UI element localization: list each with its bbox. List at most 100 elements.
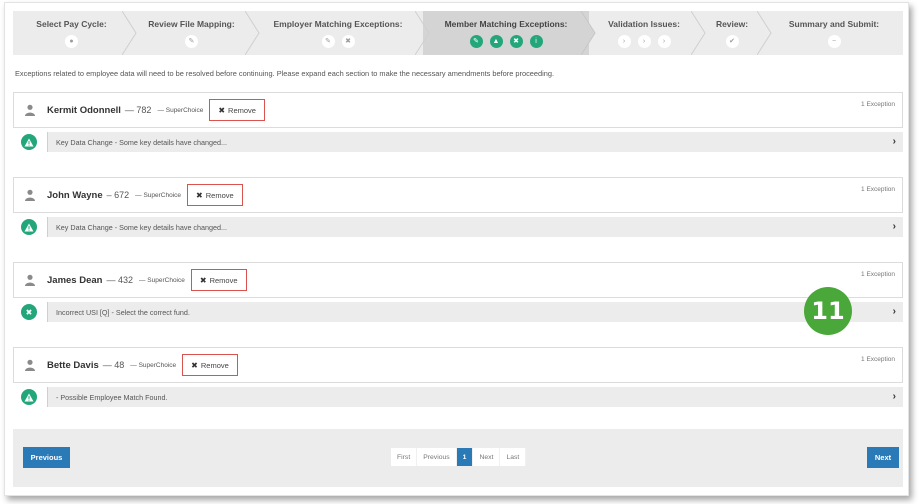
previous-button[interactable]: Previous bbox=[23, 447, 70, 468]
pencil-icon: ✎ bbox=[185, 35, 198, 48]
step-label: Member Matching Exceptions: bbox=[444, 19, 568, 29]
member-number: — 48 bbox=[102, 360, 125, 370]
member-number: — 782 bbox=[124, 105, 152, 115]
page-frame: Select Pay Cycle: ● Review File Mapping:… bbox=[4, 2, 909, 496]
person-icon bbox=[25, 104, 35, 116]
x-icon: ✖ bbox=[509, 35, 523, 48]
step-select-pay-cycle[interactable]: Select Pay Cycle: ● bbox=[13, 11, 137, 55]
person-icon bbox=[25, 359, 35, 371]
chevron-icon: › bbox=[617, 35, 631, 48]
member-name: James Dean bbox=[47, 274, 103, 286]
chevron-right-icon[interactable]: › bbox=[893, 221, 896, 232]
circle-icon: ● bbox=[65, 35, 78, 48]
close-icon: ✖ bbox=[196, 190, 203, 200]
chevron-right-icon[interactable]: › bbox=[893, 136, 896, 147]
member-fund: — SuperChoice bbox=[157, 106, 204, 114]
exception-detail-bar[interactable]: Incorrect USI [Q] - Select the correct f… bbox=[47, 302, 903, 322]
remove-label: Remove bbox=[209, 275, 238, 285]
warning-icon bbox=[21, 219, 37, 235]
member-name: Bette Davis bbox=[47, 359, 99, 371]
step-summary-and-submit[interactable]: Summary and Submit: − bbox=[765, 11, 903, 55]
x-icon: ✖ bbox=[341, 35, 355, 48]
step-label: Employer Matching Exceptions: bbox=[273, 19, 403, 29]
member-header[interactable]: James Dean — 432 — SuperChoice ✖ Remove 1… bbox=[13, 262, 903, 298]
exception-detail-bar[interactable]: - Possible Employee Match Found. › bbox=[47, 387, 903, 407]
close-icon: ✖ bbox=[199, 275, 207, 285]
remove-label: Remove bbox=[205, 190, 234, 200]
exception-detail-bar[interactable]: Key Data Change - Some key details have … bbox=[47, 132, 903, 152]
step-validation-issues[interactable]: Validation Issues: › › › bbox=[589, 11, 706, 55]
step-employer-matching-exceptions[interactable]: Employer Matching Exceptions: ✎ ✖ bbox=[253, 11, 430, 55]
page-previous[interactable]: Previous bbox=[417, 448, 457, 466]
step-divider bbox=[581, 11, 596, 55]
remove-button[interactable]: ✖ Remove bbox=[187, 184, 243, 206]
step-divider bbox=[691, 11, 706, 55]
exception-row[interactable]: Key Data Change - Some key details have … bbox=[13, 128, 903, 156]
remove-button[interactable]: ✖ Remove bbox=[182, 354, 238, 376]
exception-detail: - Possible Employee Match Found. bbox=[56, 392, 168, 402]
remove-button[interactable]: ✖ Remove bbox=[209, 99, 265, 121]
member-fund: — SuperChoice bbox=[130, 361, 177, 369]
footer-bar: Previous First Previous 1 Next Last Next bbox=[13, 429, 903, 487]
exception-detail-bar[interactable]: Key Data Change - Some key details have … bbox=[47, 217, 903, 237]
remove-button[interactable]: ✖ Remove bbox=[190, 269, 247, 291]
step-number-badge: 11 bbox=[804, 287, 852, 335]
person-icon bbox=[25, 189, 35, 201]
warning-icon: ▲ bbox=[489, 35, 503, 48]
pencil-icon: ✎ bbox=[469, 35, 483, 48]
remove-label: Remove bbox=[228, 105, 256, 115]
info-icon: i bbox=[529, 35, 543, 48]
error-x-icon: ✖ bbox=[21, 304, 37, 320]
exception-detail: Key Data Change - Some key details have … bbox=[56, 137, 228, 147]
exception-count: 1 Exception bbox=[861, 186, 895, 193]
next-button[interactable]: Next bbox=[867, 447, 899, 468]
page-next[interactable]: Next bbox=[473, 448, 501, 466]
step-label: Review: bbox=[715, 19, 749, 29]
page-current[interactable]: 1 bbox=[456, 448, 474, 466]
step-review[interactable]: Review: ✔ bbox=[699, 11, 772, 55]
step-divider bbox=[415, 11, 430, 55]
member-number: — 432 bbox=[106, 275, 133, 285]
member-header[interactable]: Kermit Odonnell — 782 — SuperChoice ✖ Rem… bbox=[13, 92, 903, 128]
page-last[interactable]: Last bbox=[500, 448, 527, 466]
exception-count: 1 Exception bbox=[861, 271, 895, 278]
exception-row[interactable]: - Possible Employee Match Found. › bbox=[13, 383, 903, 411]
close-icon: ✖ bbox=[191, 360, 198, 370]
pagination: First Previous 1 Next Last bbox=[391, 448, 527, 466]
exception-row[interactable]: Key Data Change - Some key details have … bbox=[13, 213, 903, 241]
step-divider bbox=[757, 11, 772, 55]
step-label: Review File Mapping: bbox=[148, 19, 235, 29]
intro-text: Exceptions related to employee data will… bbox=[15, 69, 555, 78]
step-label: Validation Issues: bbox=[608, 19, 680, 29]
member-fund: — SuperChoice bbox=[138, 276, 185, 284]
step-member-matching-exceptions[interactable]: Member Matching Exceptions: ✎ ▲ ✖ i bbox=[423, 11, 596, 55]
step-divider bbox=[122, 11, 137, 55]
member-name: Kermit Odonnell bbox=[47, 104, 121, 116]
chevron-right-icon[interactable]: › bbox=[893, 306, 896, 317]
pencil-icon: ✎ bbox=[321, 35, 335, 48]
chevron-icon: › bbox=[637, 35, 651, 48]
member-fund: — SuperChoice bbox=[135, 191, 182, 199]
member-number: – 672 bbox=[106, 190, 130, 200]
page-first[interactable]: First bbox=[391, 448, 418, 466]
person-icon bbox=[25, 274, 35, 286]
exception-detail: Incorrect USI [Q] - Select the correct f… bbox=[56, 307, 190, 317]
remove-label: Remove bbox=[200, 360, 229, 370]
member-header[interactable]: John Wayne – 672 — SuperChoice ✖ Remove 1… bbox=[13, 177, 903, 213]
close-icon: ✖ bbox=[218, 105, 226, 115]
exception-row[interactable]: ✖ Incorrect USI [Q] - Select the correct… bbox=[13, 298, 903, 326]
chevron-right-icon[interactable]: › bbox=[893, 391, 896, 402]
member-header[interactable]: Bette Davis — 48 — SuperChoice ✖ Remove 1… bbox=[13, 347, 903, 383]
step-label: Select Pay Cycle: bbox=[36, 19, 107, 29]
member-block: John Wayne – 672 — SuperChoice ✖ Remove 1… bbox=[13, 177, 903, 241]
member-block: James Dean — 432 — SuperChoice ✖ Remove 1… bbox=[13, 262, 903, 326]
member-name: John Wayne bbox=[47, 189, 103, 201]
warning-icon bbox=[21, 389, 37, 405]
warning-icon bbox=[21, 134, 37, 150]
check-icon: ✔ bbox=[725, 35, 739, 48]
step-review-file-mapping[interactable]: Review File Mapping: ✎ bbox=[130, 11, 260, 55]
step-divider bbox=[245, 11, 260, 55]
exception-detail: Key Data Change - Some key details have … bbox=[56, 222, 228, 232]
chevron-icon: › bbox=[657, 35, 671, 48]
wizard-steps: Select Pay Cycle: ● Review File Mapping:… bbox=[13, 11, 903, 55]
